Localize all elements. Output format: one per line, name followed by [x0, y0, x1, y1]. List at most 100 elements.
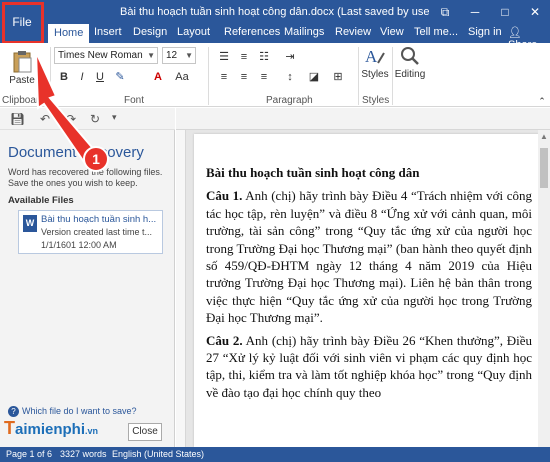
group-separator	[50, 47, 51, 105]
chevron-down-icon: ▼	[147, 51, 155, 60]
clipboard-group-label: Clipboard	[2, 95, 45, 106]
recovered-file-version: Version created last time t...	[41, 227, 153, 237]
font-color-icon[interactable]: A	[150, 69, 166, 85]
recovered-file-name: Bài thu hoạch tuần sinh h...	[41, 214, 157, 225]
ribbon-display-options-button[interactable]: ⧉	[430, 0, 460, 24]
question-2-text: Anh (chị) hãy trình bày Điều 26 “Khen th…	[206, 332, 532, 400]
available-files-label: Available Files	[8, 195, 74, 206]
group-separator	[392, 47, 393, 105]
document-content[interactable]: Bài thu hoạch tuần sinh hoạt công dân Câ…	[206, 164, 532, 406]
window-controls: ⧉ ─ □ ✕	[430, 0, 550, 24]
question-2-paragraph: Câu 2. Anh (chị) hãy trình bày Điều 26 “…	[206, 332, 532, 402]
tell-me-box[interactable]: Tell me...	[414, 26, 458, 38]
repeat-icon[interactable]: ↻	[90, 112, 100, 126]
close-window-button[interactable]: ✕	[520, 0, 550, 24]
group-separator	[358, 47, 359, 105]
scroll-up-icon[interactable]: ▲	[540, 132, 548, 141]
styles-label: Styles	[361, 69, 389, 80]
window-title: Bài thu hoạch tuần sinh hoạt công dân.do…	[120, 6, 430, 18]
group-separator	[208, 47, 209, 105]
save-icon[interactable]: 💾︎	[10, 112, 25, 126]
font-group-label: Font	[124, 95, 145, 106]
multilevel-list-icon[interactable]: ☷	[256, 49, 272, 65]
font-name-combo[interactable]: Times New Roman ▼	[54, 47, 158, 64]
tab-insert[interactable]: Insert	[94, 26, 122, 38]
page-count[interactable]: Page 1 of 6	[6, 449, 52, 459]
person-icon: 👤︎	[508, 27, 522, 39]
minimize-button[interactable]: ─	[460, 0, 490, 24]
numbering-icon[interactable]: ≡	[236, 49, 252, 65]
vertical-ruler	[176, 130, 186, 447]
file-tab-highlight	[2, 2, 44, 44]
recovery-description: Word has recovered the following files. …	[8, 167, 163, 188]
tab-home[interactable]: Home	[48, 24, 90, 43]
recovered-file-item[interactable]: W Bài thu hoạch tuần sinh h... Version c…	[18, 210, 163, 254]
close-recovery-button[interactable]: Close	[128, 423, 162, 441]
align-center-icon[interactable]: ≡	[236, 69, 252, 85]
underline-button[interactable]: U	[92, 69, 108, 85]
word-count[interactable]: 3327 words	[60, 449, 107, 459]
question-1-label: Câu 1.	[206, 188, 243, 204]
font-name-value: Times New Roman	[58, 50, 143, 61]
tab-review[interactable]: Review	[335, 26, 371, 38]
bold-button[interactable]: B	[56, 69, 72, 85]
question-1-paragraph: Câu 1. Anh (chị) hãy trình bày Điều 4 “T…	[206, 187, 532, 326]
question-2-label: Câu 2.	[206, 332, 243, 348]
editing-button[interactable]: Editing	[394, 45, 426, 80]
paste-label: Paste	[9, 75, 35, 86]
horizontal-ruler-area	[176, 108, 550, 130]
styles-gallery-icon: A	[365, 47, 385, 66]
magnifier-icon	[401, 47, 419, 65]
watermark-t: T	[4, 418, 15, 438]
change-case-icon[interactable]: Aa	[174, 69, 190, 85]
vertical-scrollbar[interactable]: ▲	[538, 130, 550, 447]
paste-button[interactable]: Paste	[4, 49, 40, 86]
document-heading: Bài thu hoạch tuần sinh hoạt công dân	[206, 165, 420, 180]
taimienphi-watermark: Taimienphi.vn	[4, 418, 98, 439]
chevron-down-icon: ▼	[185, 51, 193, 60]
watermark-suffix: .vn	[85, 426, 99, 436]
scroll-thumb[interactable]	[540, 148, 548, 188]
help-icon: ?	[8, 406, 19, 417]
bullets-icon[interactable]: ☰	[216, 49, 232, 65]
shading-icon[interactable]: ◪	[306, 69, 322, 85]
recovered-file-date: 1/1/1601 12:00 AM	[41, 240, 117, 250]
language-indicator[interactable]: English (United States)	[112, 449, 204, 459]
recovery-title: Document Recovery	[8, 144, 144, 161]
tab-design[interactable]: Design	[133, 26, 167, 38]
styles-button[interactable]: A Styles	[360, 45, 390, 80]
status-bar: Page 1 of 6 3327 words English (United S…	[0, 447, 550, 462]
line-spacing-icon[interactable]: ↕	[282, 69, 298, 85]
sign-in-link[interactable]: Sign in	[468, 26, 502, 38]
align-right-icon[interactable]: ≡	[256, 69, 272, 85]
clipboard-icon	[13, 51, 32, 73]
svg-text:A: A	[365, 47, 378, 66]
question-1-text: Anh (chị) hãy trình bày Điều 4 “Trách nh…	[206, 188, 532, 326]
tab-view[interactable]: View	[380, 26, 404, 38]
ribbon-tabs: Home Insert Design Layout References Mai…	[0, 24, 550, 51]
customize-qat-icon[interactable]: ▾	[112, 112, 117, 123]
borders-icon[interactable]: ⊞	[330, 69, 346, 85]
font-size-value: 12	[166, 50, 178, 61]
indent-icon[interactable]: ⇥	[282, 49, 298, 65]
ribbon-home: Paste Clipboard Times New Roman ▼ 12 ▼ B…	[0, 43, 550, 107]
title-bar: Bài thu hoạch tuần sinh hoạt công dân.do…	[0, 0, 550, 24]
which-file-link[interactable]: ? Which file do I want to save?	[8, 406, 137, 417]
redo-icon[interactable]: ↷	[66, 112, 76, 126]
font-size-combo[interactable]: 12 ▼	[162, 47, 196, 64]
document-page[interactable]: Bài thu hoạch tuần sinh hoạt công dân Câ…	[194, 134, 539, 447]
collapse-ribbon-icon[interactable]: ⌃	[534, 93, 550, 109]
tab-references[interactable]: References	[224, 26, 280, 38]
align-left-icon[interactable]: ≡	[216, 69, 232, 85]
document-recovery-pane: Document Recovery Word has recovered the…	[0, 130, 175, 447]
styles-group-label: Styles	[362, 95, 390, 106]
italic-button[interactable]: I	[74, 69, 90, 85]
watermark-text: aimienphi	[15, 421, 86, 438]
undo-icon[interactable]: ↶	[40, 112, 50, 126]
maximize-button[interactable]: □	[490, 0, 520, 24]
text-highlight-icon[interactable]: ✎	[112, 69, 128, 85]
tab-layout[interactable]: Layout	[177, 26, 210, 38]
editing-label: Editing	[394, 69, 426, 80]
quick-access-toolbar: 💾︎ ↶ ↷ ↻ ▾	[0, 108, 175, 130]
tab-mailings[interactable]: Mailings	[284, 26, 324, 38]
